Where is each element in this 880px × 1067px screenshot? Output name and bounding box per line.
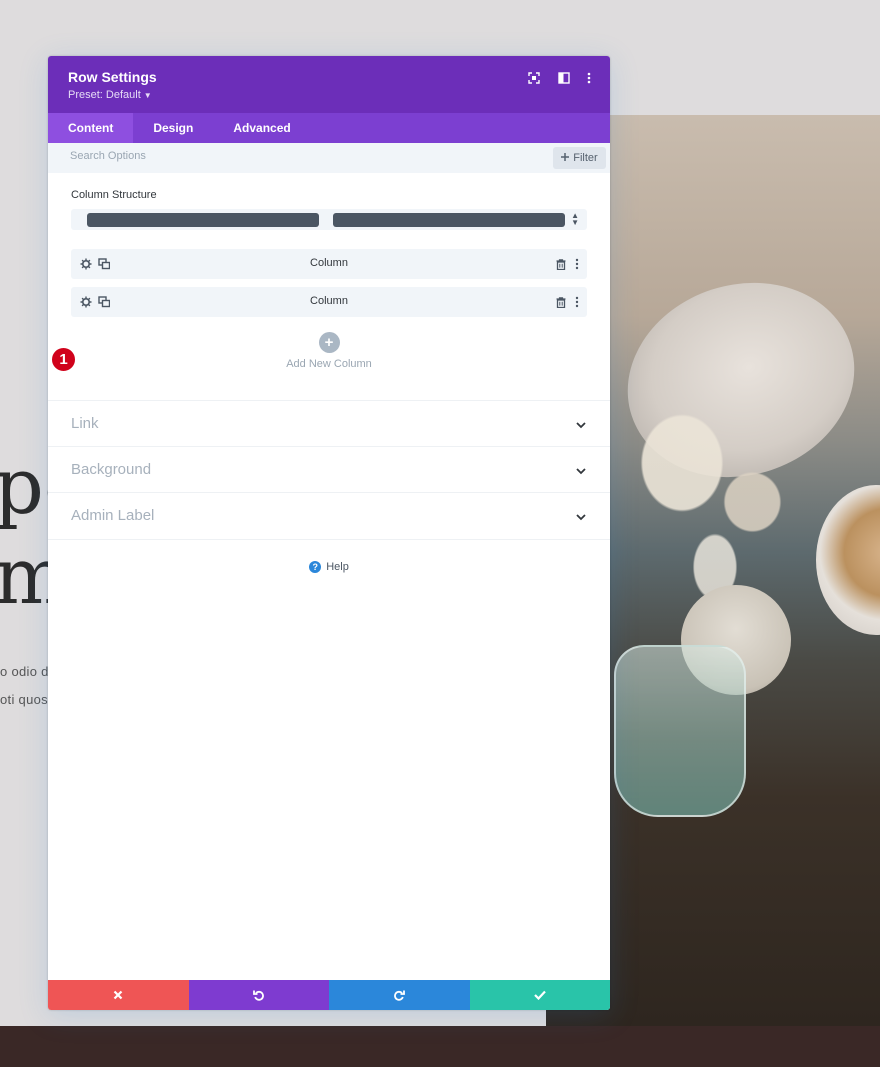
filter-button[interactable]: Filter <box>553 147 606 169</box>
toggle-label: Admin Label <box>71 507 155 524</box>
help-icon: ? <box>309 561 322 573</box>
modal-title: Row Settings <box>68 69 157 85</box>
search-input[interactable]: Search Options <box>70 150 146 162</box>
column-item-1[interactable]: Column <box>71 249 587 279</box>
tab-advanced[interactable]: Advanced <box>213 113 310 143</box>
help-link[interactable]: ? Help <box>48 561 610 573</box>
expand-icon[interactable] <box>526 70 542 86</box>
chevron-down-icon: ▼ <box>143 91 152 100</box>
select-arrows-icon: ▲ ▼ <box>571 211 579 227</box>
column-structure-bar-1 <box>87 213 319 227</box>
chevron-down-icon <box>576 416 586 434</box>
search-bar: Search Options Filter <box>48 143 610 173</box>
column-label: Column <box>310 257 348 269</box>
column-item-2[interactable]: Column <box>71 287 587 317</box>
chevron-down-icon <box>576 508 586 526</box>
help-label: Help <box>326 561 349 573</box>
plus-icon[interactable]: + <box>318 332 340 353</box>
redo-button[interactable] <box>329 980 470 1010</box>
preset-label: Preset: Default <box>68 89 141 101</box>
save-button[interactable] <box>469 980 610 1010</box>
column-structure-select[interactable]: ▲ ▼ <box>71 209 587 230</box>
close-icon <box>113 990 123 1000</box>
more-vertical-icon[interactable] <box>581 70 597 86</box>
preset-dropdown[interactable]: Preset: Default ▼ <box>68 89 152 101</box>
row-settings-modal: Row Settings Preset: Default ▼ Content De… <box>48 56 610 1010</box>
undo-button[interactable] <box>188 980 329 1010</box>
tab-content[interactable]: Content <box>48 113 134 143</box>
page-body-text-2: oti quos <box>0 692 48 707</box>
filter-label: Filter <box>573 152 598 164</box>
sidebar-layout-icon[interactable] <box>556 70 572 86</box>
discard-button[interactable] <box>48 980 189 1010</box>
toggle-link[interactable]: Link <box>48 400 610 447</box>
more-vertical-icon[interactable] <box>570 257 584 271</box>
page-footer-band <box>0 1026 880 1067</box>
toggle-label: Link <box>71 415 99 432</box>
toggle-label: Background <box>71 461 152 478</box>
page-body-text-1: o odio d <box>0 664 49 679</box>
settings-tabs: Content Design Advanced <box>48 113 610 143</box>
redo-icon <box>394 990 406 1001</box>
toggle-background[interactable]: Background <box>48 446 610 493</box>
chevron-down-icon <box>576 462 586 480</box>
glass-shape <box>614 645 746 817</box>
modal-footer-actions <box>48 980 610 1010</box>
modal-header: Row Settings Preset: Default ▼ <box>48 56 610 113</box>
undo-icon <box>252 990 264 1001</box>
plus-icon <box>561 152 570 164</box>
trash-icon[interactable] <box>554 257 568 271</box>
column-structure-bar-2 <box>333 213 565 227</box>
column-label: Column <box>310 295 348 307</box>
toggle-admin-label[interactable]: Admin Label <box>48 492 610 540</box>
tab-design[interactable]: Design <box>133 113 213 143</box>
add-new-column-label: Add New Column <box>286 358 372 370</box>
add-new-column[interactable]: + Add New Column <box>48 332 610 370</box>
more-vertical-icon[interactable] <box>570 295 584 309</box>
trash-icon[interactable] <box>554 295 568 309</box>
check-icon <box>533 990 546 1000</box>
column-structure-label: Column Structure <box>71 189 157 201</box>
